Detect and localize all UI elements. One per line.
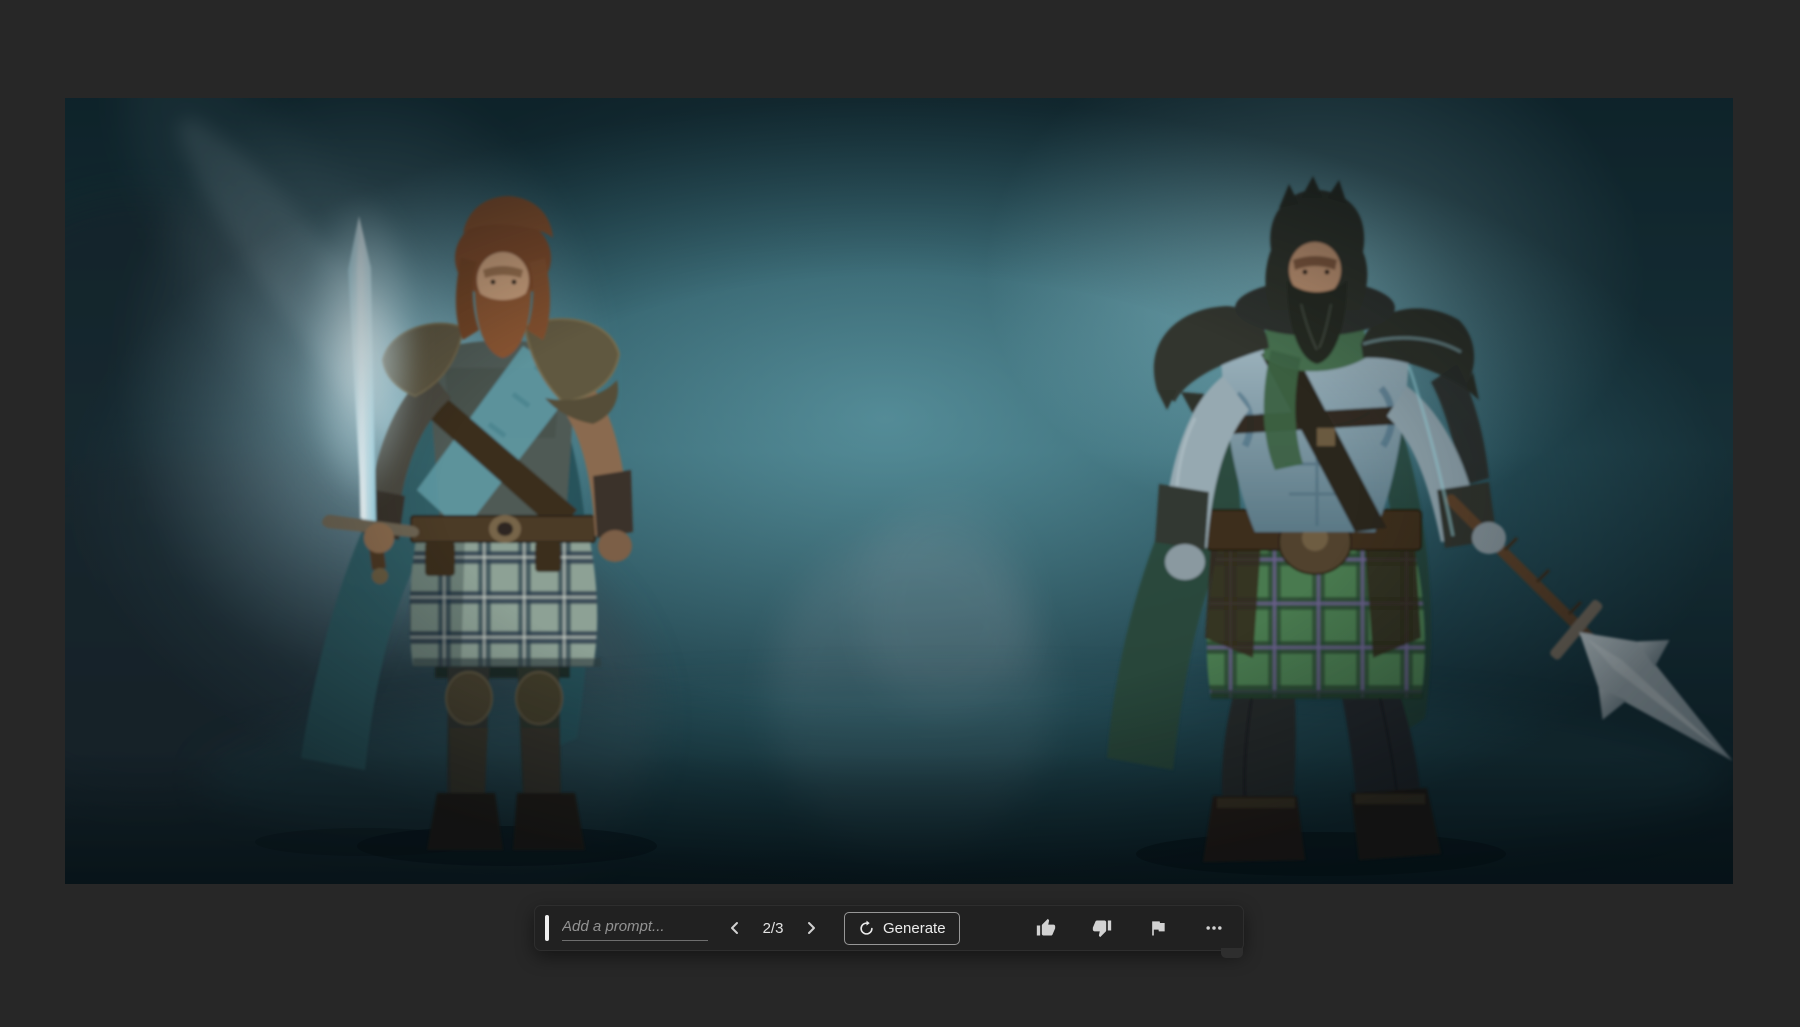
contextual-taskbar: 2/3 Generate — [534, 905, 1244, 951]
flag-icon — [1148, 918, 1168, 938]
chevron-left-icon — [727, 920, 743, 936]
feedback-action-group — [1033, 913, 1227, 943]
taskbar-notch — [1221, 948, 1243, 958]
thumbs-up-icon — [1036, 918, 1056, 938]
thumbs-down-button[interactable] — [1089, 913, 1115, 943]
thumbs-down-icon — [1092, 918, 1112, 938]
application-window: { "page": { "background": "#272727" }, "… — [0, 0, 1800, 1027]
generated-image-canvas[interactable] — [65, 98, 1733, 884]
variation-page-indicator: 2/3 — [756, 920, 790, 937]
thumbs-up-button[interactable] — [1033, 913, 1059, 943]
generate-button-label: Generate — [883, 920, 946, 937]
generated-artwork — [65, 98, 1733, 884]
more-options-icon — [1204, 918, 1224, 938]
prompt-input[interactable] — [562, 915, 708, 941]
report-button[interactable] — [1145, 913, 1171, 943]
more-options-button[interactable] — [1201, 913, 1227, 943]
generate-button[interactable]: Generate — [844, 912, 960, 945]
chevron-right-icon — [803, 920, 819, 936]
previous-variation-button[interactable] — [722, 913, 748, 943]
drag-handle-icon[interactable] — [545, 915, 549, 941]
next-variation-button[interactable] — [798, 913, 824, 943]
generate-icon — [858, 920, 875, 937]
